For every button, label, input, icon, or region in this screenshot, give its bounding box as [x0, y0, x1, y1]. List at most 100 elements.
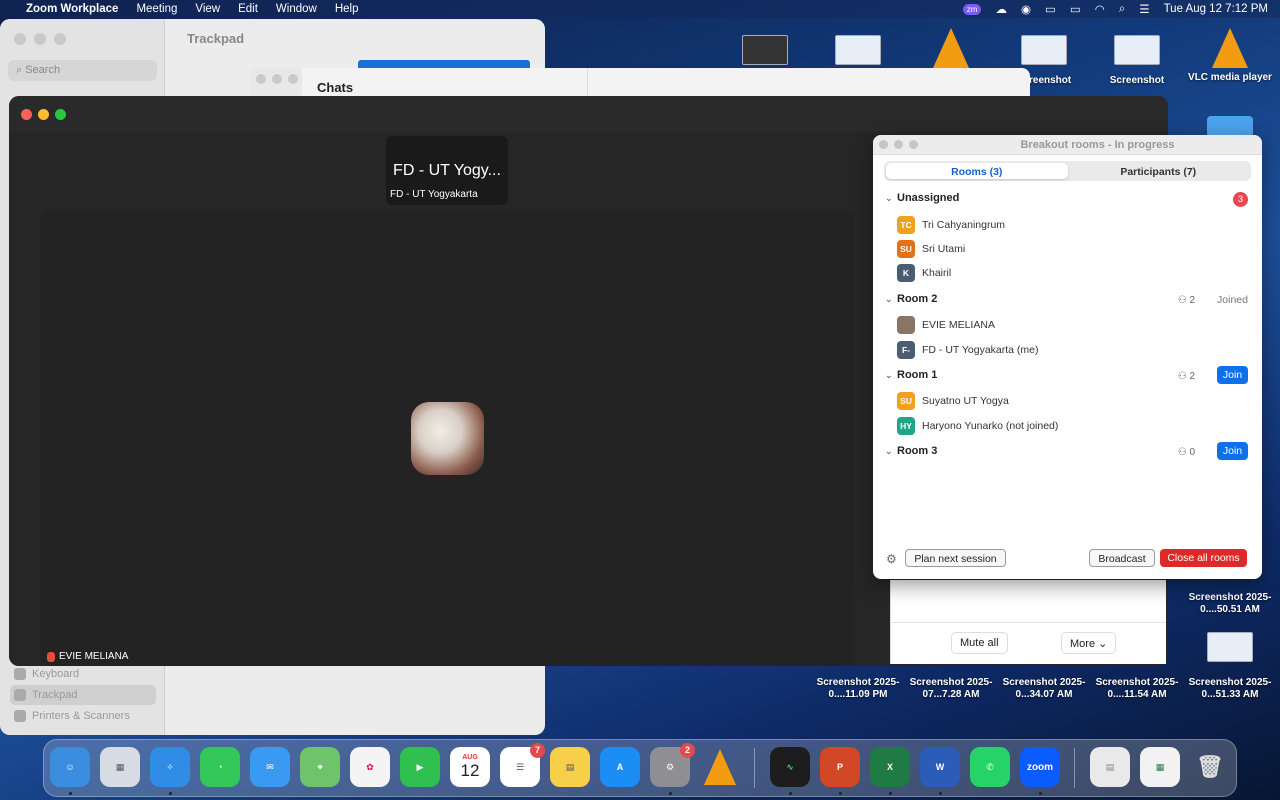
- sidebar-item-trackpad[interactable]: Trackpad: [10, 685, 156, 705]
- minimize-icon[interactable]: [272, 74, 282, 84]
- member-name: Sri Utami: [922, 243, 966, 255]
- list-item[interactable]: TC Tri Cahyaningrum: [897, 215, 1005, 235]
- member-name: EVIE MELIANA: [922, 319, 995, 331]
- display-icon[interactable]: ▭: [1045, 2, 1056, 16]
- list-item[interactable]: HY Haryono Yunarko (not joined): [897, 416, 1058, 436]
- list-item[interactable]: SU Suyatno UT Yogya: [897, 391, 1009, 411]
- desktop-file[interactable]: [906, 28, 996, 72]
- chevron-down-icon: ⌄: [885, 446, 893, 456]
- system-settings-icon[interactable]: ⚙ 2: [650, 743, 695, 787]
- list-item[interactable]: K Khairil: [897, 263, 951, 283]
- list-item[interactable]: SU Sri Utami: [897, 239, 965, 259]
- pdf-document-icon[interactable]: ▤: [1090, 747, 1130, 787]
- zoom-status-icon[interactable]: zm: [962, 3, 982, 15]
- desktop-file-label: Screenshot 2025-07...7.28 AM: [909, 677, 993, 700]
- participant-tile[interactable]: FD - UT Yogy... FD - UT Yogyakarta: [386, 136, 508, 205]
- calendar-icon[interactable]: AUG 12: [450, 747, 490, 787]
- close-icon[interactable]: [14, 33, 26, 45]
- mail-icon[interactable]: ✉: [250, 747, 290, 787]
- broadcast-button[interactable]: Broadcast: [1089, 549, 1155, 567]
- close-icon[interactable]: [21, 109, 32, 120]
- screenshot-thumbnail: [742, 35, 788, 65]
- tab-participants[interactable]: Participants (7): [1068, 163, 1250, 179]
- excel-icon[interactable]: X: [870, 747, 910, 787]
- desktop-file[interactable]: Screenshot 2025-0...51.33 AM: [1185, 677, 1275, 701]
- powerpoint-icon[interactable]: P: [820, 747, 860, 787]
- desktop-file[interactable]: Screenshot 2025-0...34.07 AM: [999, 677, 1089, 701]
- join-room-1-button[interactable]: Join: [1217, 366, 1248, 384]
- zoom-window-icon[interactable]: [288, 74, 298, 84]
- control-center-icon[interactable]: ☰: [1139, 2, 1149, 16]
- tab-rooms[interactable]: Rooms (3): [886, 163, 1068, 179]
- safari-icon[interactable]: ✧: [150, 747, 190, 787]
- spotlight-icon[interactable]: ⌕: [1119, 3, 1125, 16]
- active-speaker-video[interactable]: EVIE MELIANA: [41, 210, 853, 666]
- vlc-icon[interactable]: [700, 747, 740, 787]
- running-indicator: [889, 792, 892, 795]
- maps-icon[interactable]: ⌖: [300, 747, 340, 787]
- photos-icon[interactable]: ✿: [350, 747, 390, 787]
- desktop-file[interactable]: [1185, 632, 1275, 666]
- list-item[interactable]: EVIE MELIANA: [897, 315, 995, 335]
- desktop-file[interactable]: [720, 35, 810, 69]
- messages-icon[interactable]: ◔: [200, 747, 240, 787]
- list-item[interactable]: F- FD - UT Yogyakarta (me): [897, 340, 1039, 360]
- desktop-file[interactable]: Screenshot 2025-0....11.09 PM: [813, 677, 903, 701]
- activity-monitor-icon[interactable]: ∿: [770, 747, 810, 787]
- battery-icon[interactable]: ▭: [1070, 2, 1081, 16]
- trash-icon[interactable]: 🗑: [1190, 747, 1230, 787]
- fullscreen-icon[interactable]: [55, 109, 66, 120]
- clock[interactable]: Tue Aug 12 7:12 PM: [1164, 3, 1268, 15]
- breakout-titlebar[interactable]: Breakout rooms - In progress: [873, 135, 1262, 155]
- plan-next-session-button[interactable]: Plan next session: [905, 549, 1006, 567]
- member-name: FD - UT Yogyakarta (me): [922, 344, 1039, 356]
- notes-icon[interactable]: ▤: [550, 747, 590, 787]
- desktop-file-label: Screenshot 2025-0....11.54 AM: [1095, 677, 1179, 700]
- zoom-app-icon[interactable]: zoom: [1020, 747, 1060, 787]
- settings-search-input[interactable]: ⌕ Search: [8, 60, 157, 81]
- sidebar-item-keyboard[interactable]: Keyboard: [10, 664, 156, 684]
- desktop-file[interactable]: Screenshot 2025-0....11.54 AM: [1092, 677, 1182, 701]
- app-store-icon[interactable]: A: [600, 747, 640, 787]
- desktop-file[interactable]: Screenshot: [1092, 35, 1182, 87]
- user-icon[interactable]: ◉: [1021, 2, 1031, 16]
- zoom-window-icon[interactable]: [54, 33, 66, 45]
- join-room-3-button[interactable]: Join: [1217, 442, 1248, 460]
- desktop-file[interactable]: Screenshot 2025-0....50.51 AM: [1185, 592, 1275, 616]
- more-button[interactable]: More ⌄: [1061, 632, 1117, 654]
- finder-icon[interactable]: ☺: [50, 747, 90, 787]
- status-area: zm ☁ ◉ ▭ ▭ ◠ ⌕ ☰ Tue Aug 12 7:12 PM: [962, 0, 1268, 18]
- desktop-file[interactable]: Screenshot 2025-07...7.28 AM: [906, 677, 996, 701]
- desktop-file[interactable]: [813, 35, 903, 69]
- wifi-icon[interactable]: ◠: [1095, 2, 1105, 16]
- launchpad-icon[interactable]: ▦: [100, 747, 140, 787]
- facetime-icon[interactable]: ▶: [400, 747, 440, 787]
- room-header-unassigned[interactable]: ⌄ Unassigned 3: [885, 192, 1250, 210]
- close-all-rooms-button[interactable]: Close all rooms: [1160, 549, 1247, 567]
- gear-icon[interactable]: ⚙: [886, 552, 897, 566]
- cloud-icon[interactable]: ☁: [995, 2, 1007, 16]
- spreadsheet-document-icon[interactable]: ▦: [1140, 747, 1180, 787]
- whatsapp-icon[interactable]: ✆: [970, 747, 1010, 787]
- mute-all-button[interactable]: Mute all: [951, 632, 1008, 654]
- room-header-room-2[interactable]: ⌄ Room 2 ⚇ 2 Joined: [885, 293, 1250, 311]
- dock-separator: [1074, 748, 1075, 788]
- printer-icon: [14, 710, 26, 722]
- menu-app-name[interactable]: Zoom Workplace: [26, 3, 118, 15]
- menu-help[interactable]: Help: [335, 3, 359, 15]
- word-icon[interactable]: W: [920, 747, 960, 787]
- meeting-titlebar[interactable]: [9, 96, 1168, 132]
- menu-meeting[interactable]: Meeting: [136, 3, 177, 15]
- menu-view[interactable]: View: [195, 3, 220, 15]
- room-header-room-1[interactable]: ⌄ Room 1 ⚇ 2 Join: [885, 366, 1250, 387]
- reminders-icon[interactable]: ☰ 7: [500, 743, 545, 787]
- minimize-icon[interactable]: [34, 33, 46, 45]
- room-header-room-3[interactable]: ⌄ Room 3 ⚇ 0 Join: [885, 442, 1250, 463]
- window-controls: [14, 33, 66, 45]
- sidebar-item-printers[interactable]: Printers & Scanners: [10, 706, 156, 726]
- menu-window[interactable]: Window: [276, 3, 317, 15]
- minimize-icon[interactable]: [38, 109, 49, 120]
- close-icon[interactable]: [256, 74, 266, 84]
- desktop-file[interactable]: VLC media player: [1185, 28, 1275, 84]
- menu-edit[interactable]: Edit: [238, 3, 258, 15]
